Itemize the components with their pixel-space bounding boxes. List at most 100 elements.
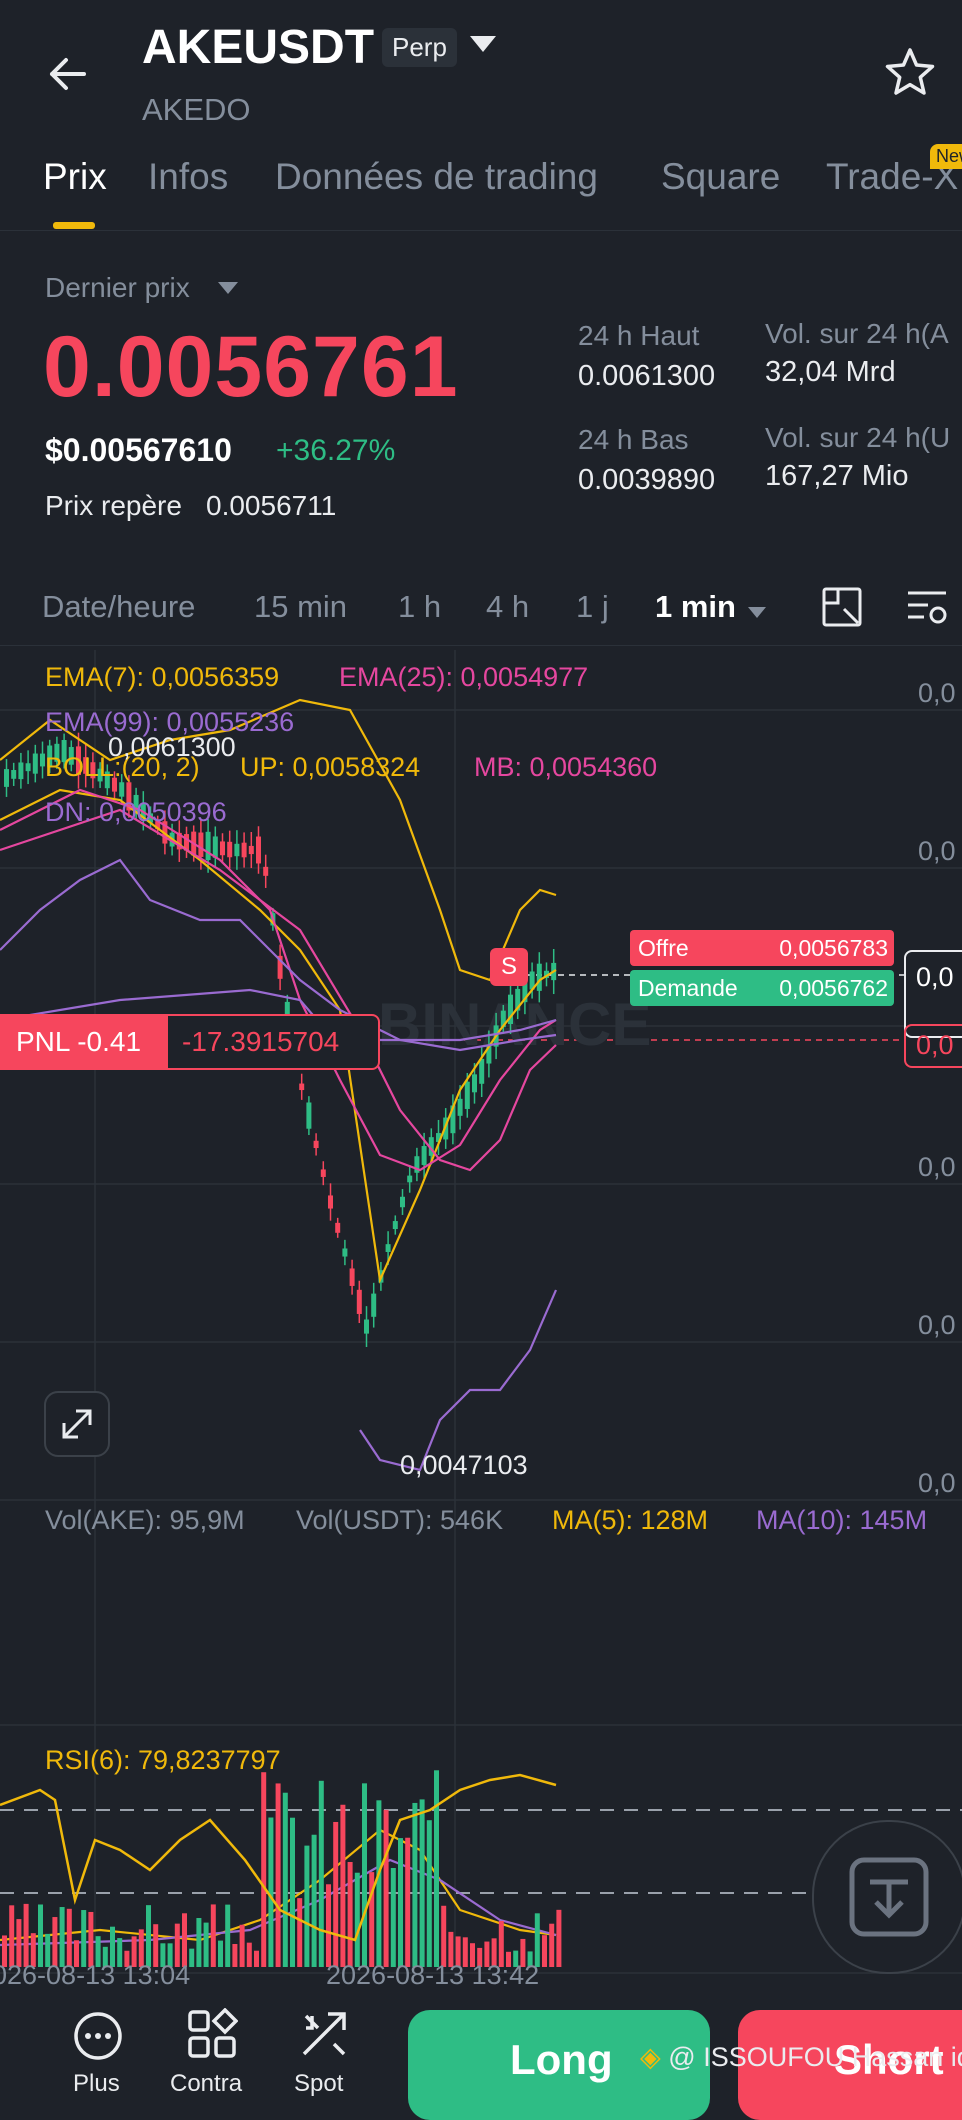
low-marker: 0,0047103	[400, 1450, 528, 1480]
ma10-label: MA(10): 145M	[756, 1505, 928, 1535]
ema25-line	[0, 788, 557, 1172]
timeframe-1m-active[interactable]: 1 min	[655, 589, 736, 625]
volume-bar	[282, 1792, 288, 1967]
low-value: 0.0039890	[578, 464, 716, 496]
boll-lower-line	[359, 1289, 558, 1472]
candle-body	[464, 1081, 470, 1109]
fullscreen-button[interactable]	[44, 1391, 110, 1457]
sell-marker[interactable]: S	[490, 948, 528, 986]
last-price: 0.0056761	[43, 319, 459, 415]
volume-bar	[210, 1904, 216, 1967]
ema7-label: EMA(7): 0,0056359	[45, 662, 280, 692]
pnl-value: -17.3915704	[182, 1026, 340, 1057]
high-label: 24 h Haut	[578, 320, 700, 351]
timeframe-more-icon[interactable]	[748, 607, 766, 618]
new-badge: New	[930, 144, 962, 169]
vol-quote-label: Vol. sur 24 h(U	[765, 422, 951, 453]
candle-body	[313, 1140, 319, 1149]
vol-base-indicator: Vol(AKE): 95,9M	[45, 1505, 245, 1535]
volume-bar	[232, 1943, 238, 1967]
volume-bar	[23, 1903, 29, 1967]
volume-bar	[556, 1909, 562, 1967]
price-axis-tick: 0,0	[918, 1310, 956, 1340]
volume-bar	[434, 1770, 439, 1967]
volume-bar	[412, 1802, 418, 1967]
rsi-label: RSI(6): 79,8237797	[45, 1745, 281, 1775]
volume-bar	[333, 1821, 339, 1967]
offer-tag: Offre 0,0056783	[630, 930, 894, 966]
spot-label[interactable]: Spot	[294, 2070, 343, 2098]
volume-bar	[239, 1924, 245, 1967]
candle-body	[356, 1289, 362, 1314]
chart-settings-icon[interactable]	[906, 587, 950, 627]
candle-body	[11, 770, 17, 779]
candle-body	[234, 843, 240, 857]
volume-bar	[534, 1913, 540, 1967]
tab-trading-data[interactable]: Données de trading	[275, 156, 598, 198]
price-axis-tick: 0,0	[918, 1468, 956, 1498]
timeframe-date-time[interactable]: Date/heure	[42, 589, 195, 625]
candle-body	[536, 963, 542, 991]
candle-body	[212, 836, 218, 858]
volume-bar	[426, 1820, 432, 1967]
current-price-tag-text: 0,0	[916, 962, 954, 992]
back-arrow-icon[interactable]	[44, 50, 92, 98]
spot-icon[interactable]	[298, 2008, 350, 2060]
volume-bar	[297, 1898, 303, 1967]
candle-body	[4, 769, 9, 787]
candle-body	[472, 1074, 477, 1093]
position-axis-text: 0,0	[916, 1030, 954, 1060]
candle-body	[392, 1221, 398, 1230]
candle-body	[421, 1146, 427, 1165]
timeframe-1d[interactable]: 1 j	[576, 589, 609, 625]
volume-bar	[376, 1800, 382, 1967]
volume-bar	[542, 1935, 547, 1967]
symbol-dropdown-icon[interactable]	[470, 36, 496, 52]
price-axis-tick: 0,0	[918, 1152, 956, 1182]
tab-infos[interactable]: Infos	[148, 156, 228, 198]
more-label[interactable]: Plus	[73, 2070, 120, 2098]
volume-bar	[203, 1922, 209, 1967]
timeframe-4h[interactable]: 4 h	[486, 589, 529, 625]
timeframe-15m[interactable]: 15 min	[254, 589, 347, 625]
timeframe-bar: Date/heure 15 min 1 h 4 h 1 j 1 min	[0, 575, 962, 646]
volume-bar	[398, 1838, 403, 1967]
timeframe-1h[interactable]: 1 h	[398, 589, 441, 625]
volume-bar	[268, 1817, 274, 1967]
change-percent: +36.27%	[276, 434, 396, 467]
price-axis-tick: 0,0	[918, 678, 956, 708]
contract-icon[interactable]	[186, 2008, 238, 2060]
candlestick-chart[interactable]: BINANCE	[0, 650, 962, 1985]
screenshot-credit: ◈ @ ISSOUFOU Hassan ide	[640, 2042, 962, 2073]
symbol-title[interactable]: AKEUSDT	[142, 20, 374, 75]
high-value: 0.0061300	[578, 360, 716, 392]
volume-bar	[549, 1923, 555, 1967]
usd-price: $0.00567610	[45, 432, 232, 468]
favorite-star-icon[interactable]	[884, 46, 936, 98]
candle-body	[407, 1175, 413, 1183]
contract-label[interactable]: Contra	[170, 2070, 242, 2098]
asset-name: AKEDO	[142, 92, 251, 127]
volume-bar	[261, 1772, 267, 1967]
scroll-to-latest-button[interactable]	[812, 1820, 962, 1974]
bid-label: Demande	[638, 975, 738, 1001]
volume-bar	[66, 1908, 72, 1967]
volume-bar	[290, 1817, 295, 1967]
candle-body	[25, 763, 31, 772]
pnl-position-tag[interactable]: PNL -0.41 -17.3915704	[0, 1014, 380, 1070]
volume-bar	[196, 1918, 202, 1967]
high-marker: 0,0061300	[108, 732, 236, 762]
last-price-dropdown-icon[interactable]	[218, 282, 238, 294]
candle-body	[263, 866, 269, 876]
chart-layout-icon[interactable]	[820, 585, 864, 629]
more-icon[interactable]	[72, 2010, 124, 2062]
offer-value: 0,0056783	[779, 935, 888, 961]
position-axis-tag: 0,0	[904, 1024, 962, 1068]
candle-body	[205, 831, 211, 861]
volume-bar	[311, 1834, 317, 1967]
ma5-label: MA(5): 128M	[552, 1505, 709, 1535]
tab-square[interactable]: Square	[661, 156, 780, 198]
tab-prix[interactable]: Prix	[43, 156, 107, 198]
last-price-label[interactable]: Dernier prix	[45, 272, 190, 304]
candle-body	[256, 836, 261, 864]
